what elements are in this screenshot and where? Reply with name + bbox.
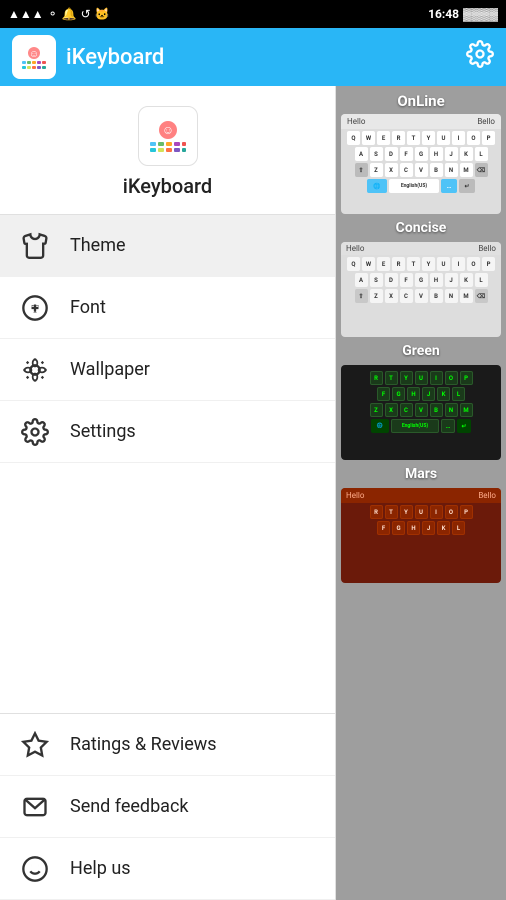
cat-icon: 🐱	[95, 7, 110, 21]
menu-label-ratings: Ratings & Reviews	[70, 734, 217, 755]
menu-label-help: Help us	[70, 858, 131, 879]
theme-preview-area: OnLine Hello Bello Q W E R T Y	[336, 86, 506, 900]
app-logo: ☺	[12, 35, 56, 79]
status-bar: ▲▲▲ ⚬ 🔔 ↺ 🐱 16:48 ▓▓▓▓	[0, 0, 506, 28]
svg-text:☺: ☺	[161, 123, 173, 137]
sidebar: ☺ iKeyboard	[0, 86, 336, 900]
menu-label-settings: Settings	[70, 421, 136, 442]
menu-item-font[interactable]: T Font	[0, 277, 335, 339]
keyboard-concise: Hello Bello Q W E R T Y U I O P	[341, 242, 501, 337]
notifications-icon: 🔔	[62, 7, 77, 21]
menu-item-ratings[interactable]: Ratings & Reviews	[0, 714, 335, 776]
sync-icon: ↺	[81, 7, 91, 21]
wallpaper-icon	[18, 353, 52, 387]
header-left: ☺ iKeyboard	[12, 35, 164, 79]
font-icon: T	[18, 291, 52, 325]
wifi-icon: ⚬	[48, 7, 58, 21]
menu-item-feedback[interactable]: Send feedback	[0, 776, 335, 838]
feedback-icon	[18, 790, 52, 824]
menu-label-wallpaper: Wallpaper	[70, 359, 150, 380]
svg-text:☺: ☺	[29, 49, 39, 60]
keyboard-mars: Hello Bello R T Y U I O P F G	[341, 488, 501, 583]
sidebar-brand-name: iKeyboard	[123, 174, 212, 198]
menu-item-settings[interactable]: Settings	[0, 401, 335, 463]
status-left: ▲▲▲ ⚬ 🔔 ↺ 🐱	[8, 7, 110, 21]
app-title: iKeyboard	[66, 45, 164, 70]
smiley-icon	[18, 852, 52, 886]
menu-label-feedback: Send feedback	[70, 796, 189, 817]
theme-icon	[18, 229, 52, 263]
sidebar-spacer	[0, 463, 335, 713]
keyboard-green: R T Y U I O P F G H J K L	[341, 365, 501, 460]
green-label: Green	[402, 343, 440, 359]
battery-icon: ▓▓▓▓	[463, 7, 498, 21]
signal-icon: ▲▲▲	[8, 7, 44, 21]
svg-text:T: T	[31, 302, 38, 315]
settings-menu-icon	[18, 415, 52, 449]
app-header: ☺ iKeyboard	[0, 28, 506, 86]
status-right: 16:48 ▓▓▓▓	[428, 7, 498, 21]
preview-online: OnLine Hello Bello Q W E R T Y	[339, 92, 503, 214]
online-label: OnLine	[397, 92, 444, 110]
settings-icon[interactable]	[466, 40, 494, 75]
menu-label-font: Font	[70, 297, 106, 318]
menu-label-theme: Theme	[70, 235, 126, 256]
sidebar-brand-icon: ☺	[138, 106, 198, 166]
time-display: 16:48	[428, 7, 459, 21]
mars-label: Mars	[405, 466, 437, 482]
star-icon	[18, 728, 52, 762]
menu-item-theme[interactable]: Theme	[0, 215, 335, 277]
right-panel: OnLine Hello Bello Q W E R T Y	[336, 86, 506, 900]
concise-label: Concise	[396, 220, 447, 236]
menu-item-wallpaper[interactable]: Wallpaper	[0, 339, 335, 401]
menu-item-help[interactable]: Help us	[0, 838, 335, 900]
sidebar-brand: ☺ iKeyboard	[0, 86, 335, 215]
keyboard-online: Hello Bello Q W E R T Y U I	[341, 114, 501, 214]
bottom-menu: Ratings & Reviews Send feedback	[0, 713, 335, 900]
main-container: ☺ iKeyboard	[0, 86, 506, 900]
